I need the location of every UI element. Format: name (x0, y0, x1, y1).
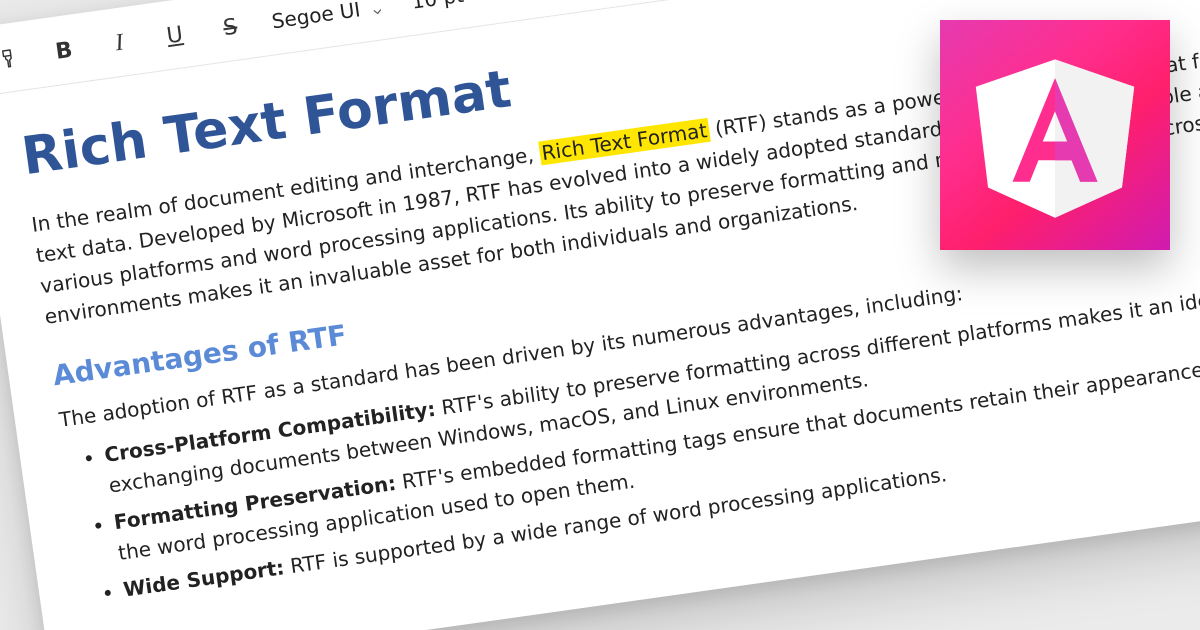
format-painter-button[interactable] (0, 40, 25, 78)
italic-button[interactable]: I (103, 24, 135, 62)
paintbrush-icon (0, 46, 21, 71)
font-family-value: Segoe UI (270, 0, 362, 33)
bold-button[interactable]: B (48, 32, 80, 70)
font-color-button[interactable]: A (513, 0, 559, 4)
font-family-select[interactable]: Segoe UI (270, 0, 385, 33)
angular-badge (940, 20, 1170, 250)
chevron-down-icon (369, 0, 385, 15)
angular-logo-icon (965, 45, 1145, 225)
underline-button[interactable]: U (159, 16, 191, 54)
advantages-list: Cross-Platform Compatibility: RTF's abil… (102, 263, 1200, 605)
font-size-value: 10 pt (410, 0, 465, 14)
font-size-select[interactable]: 10 pt (410, 0, 489, 14)
strikethrough-button[interactable]: S (214, 9, 246, 47)
